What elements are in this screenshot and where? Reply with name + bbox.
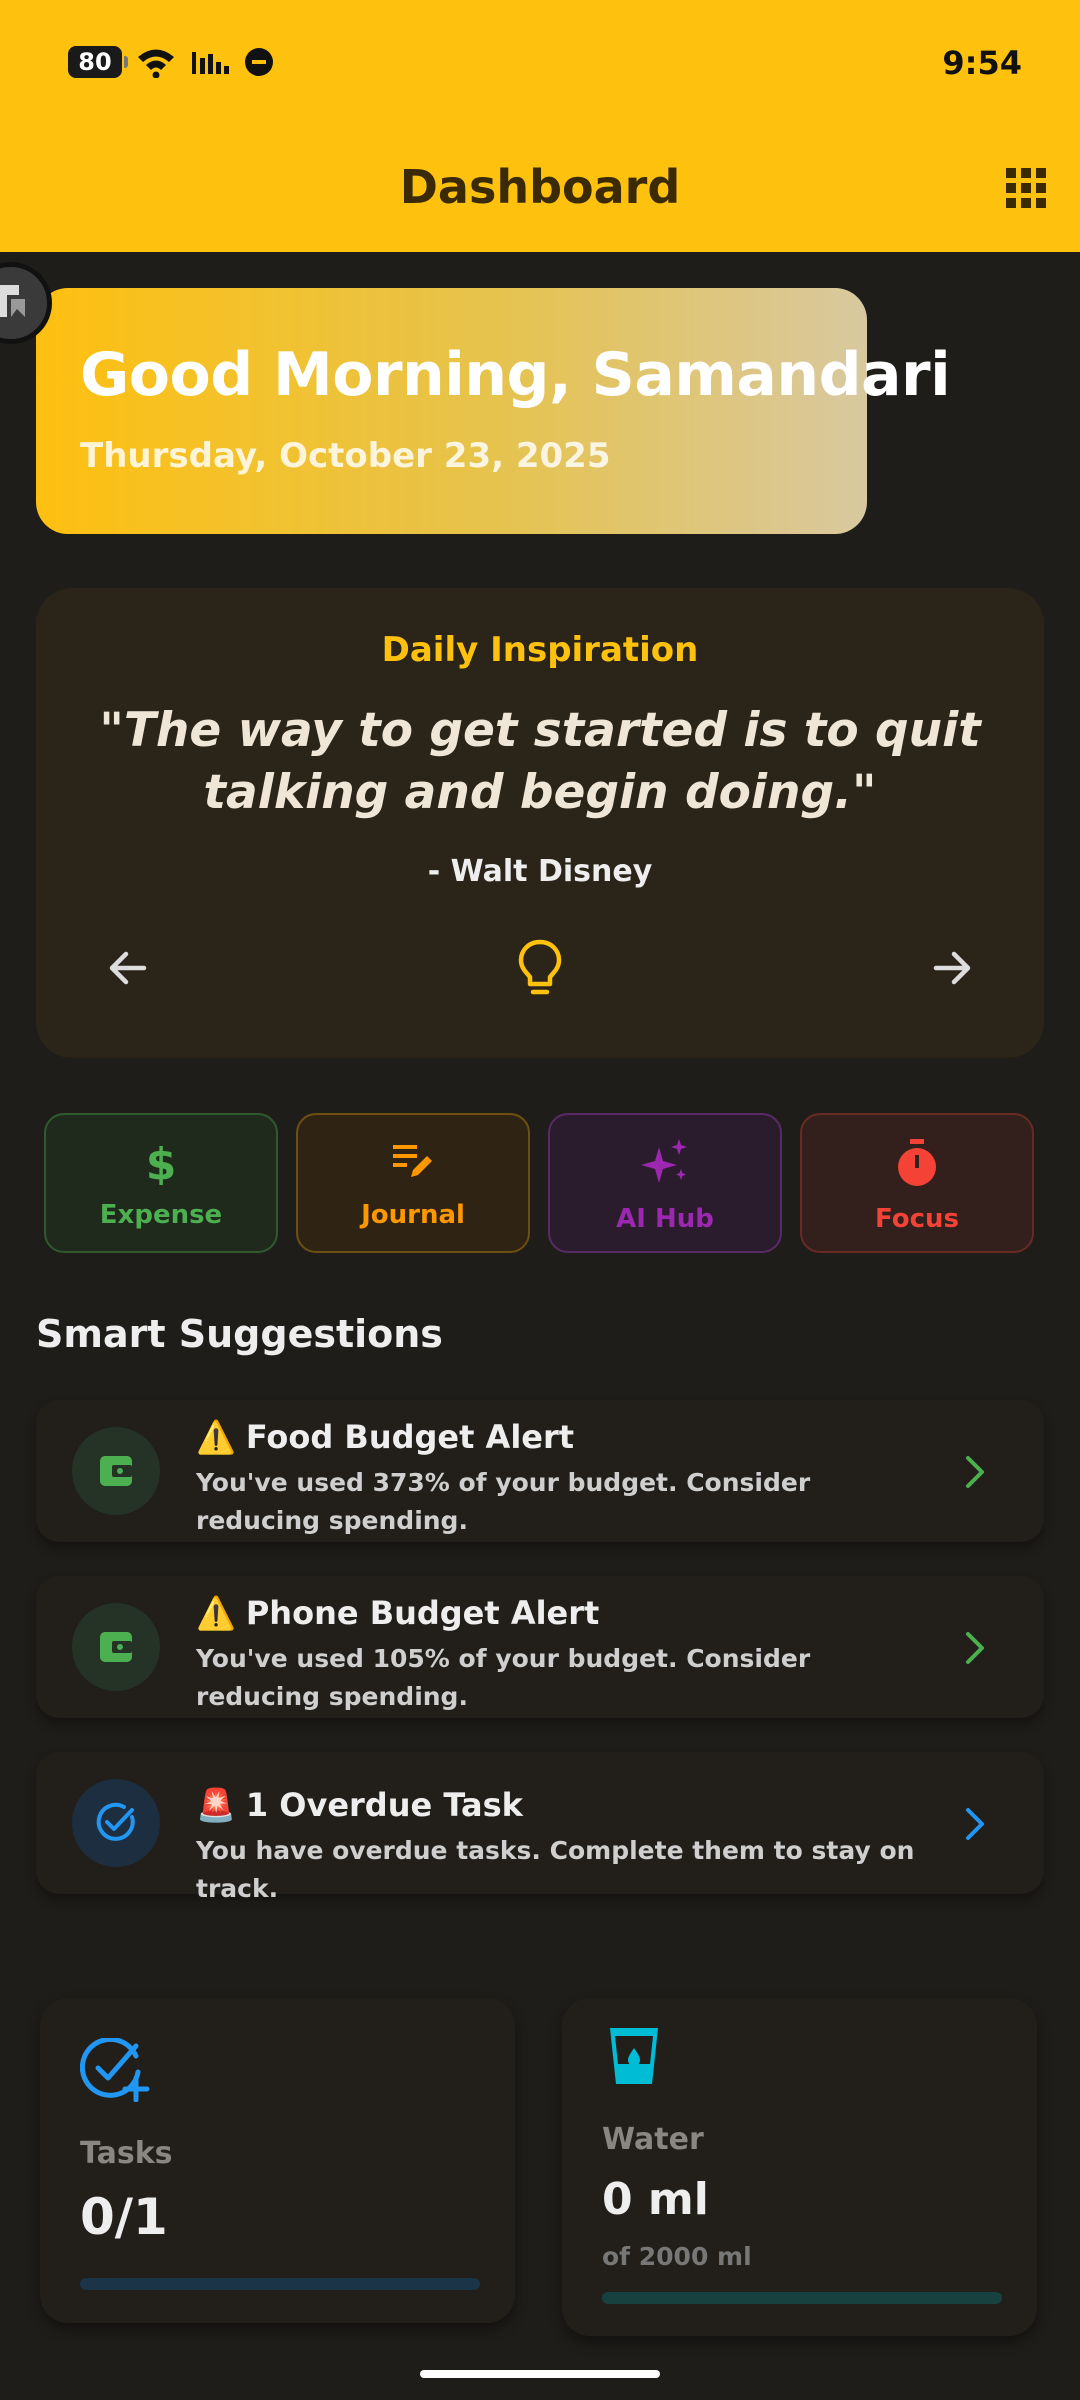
inspiration-heading: Daily Inspiration bbox=[381, 630, 699, 670]
app-bar: 80 9:54 Dashboard bbox=[0, 0, 1080, 252]
wallet-icon bbox=[72, 1427, 160, 1515]
water-glass-icon bbox=[610, 2028, 658, 2084]
ai-hub-button[interactable]: AI Hub bbox=[548, 1113, 782, 1253]
suggestion-phone-budget[interactable]: ⚠️ Phone Budget Alert You've used 105% of… bbox=[36, 1576, 1044, 1718]
warning-emoji: ⚠️ bbox=[196, 1594, 236, 1632]
suggestion-description: You've used 373% of your budget. Conside… bbox=[196, 1468, 811, 1535]
status-time: 9:54 bbox=[942, 44, 1022, 82]
journal-label: Journal bbox=[361, 1200, 465, 1230]
status-icons: 80 bbox=[68, 46, 274, 78]
tasks-label: Tasks bbox=[80, 2136, 173, 2171]
water-stat-card[interactable]: Water 0 ml of 2000 ml bbox=[562, 1998, 1037, 2336]
tasks-progress-bar bbox=[80, 2278, 480, 2290]
chevron-right-icon bbox=[966, 1632, 984, 1664]
svg-text:$: $ bbox=[146, 1139, 177, 1185]
expense-button[interactable]: $ Expense bbox=[44, 1113, 278, 1253]
wallet-icon bbox=[72, 1603, 160, 1691]
suggestion-description: You have overdue tasks. Complete them to… bbox=[196, 1836, 915, 1903]
greeting-date: Thursday, October 23, 2025 bbox=[80, 436, 611, 476]
page-title: Dashboard bbox=[399, 160, 681, 214]
expense-label: Expense bbox=[99, 1200, 223, 1230]
battery-indicator: 80 bbox=[68, 46, 128, 78]
water-progress-bar bbox=[602, 2292, 1002, 2304]
greeting-card: Good Morning, Samandari Thursday, Octobe… bbox=[36, 288, 951, 534]
chevron-right-icon bbox=[966, 1808, 984, 1840]
assistant-icon bbox=[0, 285, 25, 317]
tasks-stat-card[interactable]: Tasks 0/1 bbox=[40, 1998, 515, 2323]
focus-label: Focus bbox=[875, 1204, 959, 1234]
chevron-right-icon bbox=[966, 1456, 984, 1488]
smart-suggestions-heading: Smart Suggestions bbox=[36, 1312, 443, 1356]
tasks-value: 0/1 bbox=[80, 2188, 168, 2246]
focus-button[interactable]: Focus bbox=[800, 1113, 1034, 1253]
do-not-disturb-icon bbox=[245, 48, 273, 76]
daily-inspiration-card: Daily Inspiration "The way to get starte… bbox=[36, 588, 1044, 1058]
timer-icon bbox=[898, 1139, 936, 1186]
arrow-left-icon[interactable] bbox=[100, 940, 156, 996]
signal-icon bbox=[192, 52, 229, 74]
warning-emoji: ⚠️ bbox=[196, 1418, 236, 1456]
water-value: 0 ml bbox=[602, 2174, 709, 2225]
lightbulb-icon[interactable] bbox=[510, 936, 570, 1000]
suggestion-food-budget[interactable]: ⚠️ Food Budget Alert You've used 373% of … bbox=[36, 1400, 1044, 1542]
suggestion-title-block: ⚠️ Food Budget Alert bbox=[196, 1418, 574, 1456]
journal-button[interactable]: Journal bbox=[296, 1113, 530, 1253]
task-add-icon bbox=[80, 2038, 150, 2102]
check-circle-icon bbox=[72, 1779, 160, 1867]
ai-hub-label: AI Hub bbox=[616, 1204, 714, 1234]
siren-emoji: 🚨 bbox=[196, 1786, 236, 1824]
water-goal: of 2000 ml bbox=[602, 2242, 752, 2271]
arrow-right-icon[interactable] bbox=[924, 940, 980, 996]
suggestion-title: Phone Budget Alert bbox=[245, 1594, 600, 1632]
quick-actions: $ Expense Journal AI Hub Focus bbox=[44, 1113, 1036, 1253]
suggestion-title-block: ⚠️ Phone Budget Alert bbox=[196, 1594, 599, 1632]
greeting-title: Good Morning, Samandari bbox=[80, 340, 951, 410]
suggestion-title: Food Budget Alert bbox=[245, 1418, 575, 1456]
water-label: Water bbox=[602, 2122, 704, 2157]
inspiration-author: - Walt Disney bbox=[427, 854, 653, 889]
edit-note-icon bbox=[393, 1145, 432, 1177]
grid-icon[interactable] bbox=[1006, 168, 1046, 208]
dollar-icon: $ bbox=[146, 1139, 177, 1190]
sparkle-icon bbox=[641, 1139, 687, 1183]
inspiration-quote: "The way to get started is to quit talki… bbox=[99, 703, 981, 820]
wifi-icon bbox=[138, 49, 174, 78]
suggestion-description: You've used 105% of your budget. Conside… bbox=[196, 1644, 811, 1711]
suggestion-title-block: 🚨 1 Overdue Task bbox=[196, 1786, 523, 1824]
home-indicator[interactable] bbox=[420, 2370, 660, 2378]
suggestion-overdue-task[interactable]: 🚨 1 Overdue Task You have overdue tasks. … bbox=[36, 1752, 1044, 1903]
suggestion-title: 1 Overdue Task bbox=[245, 1786, 523, 1824]
